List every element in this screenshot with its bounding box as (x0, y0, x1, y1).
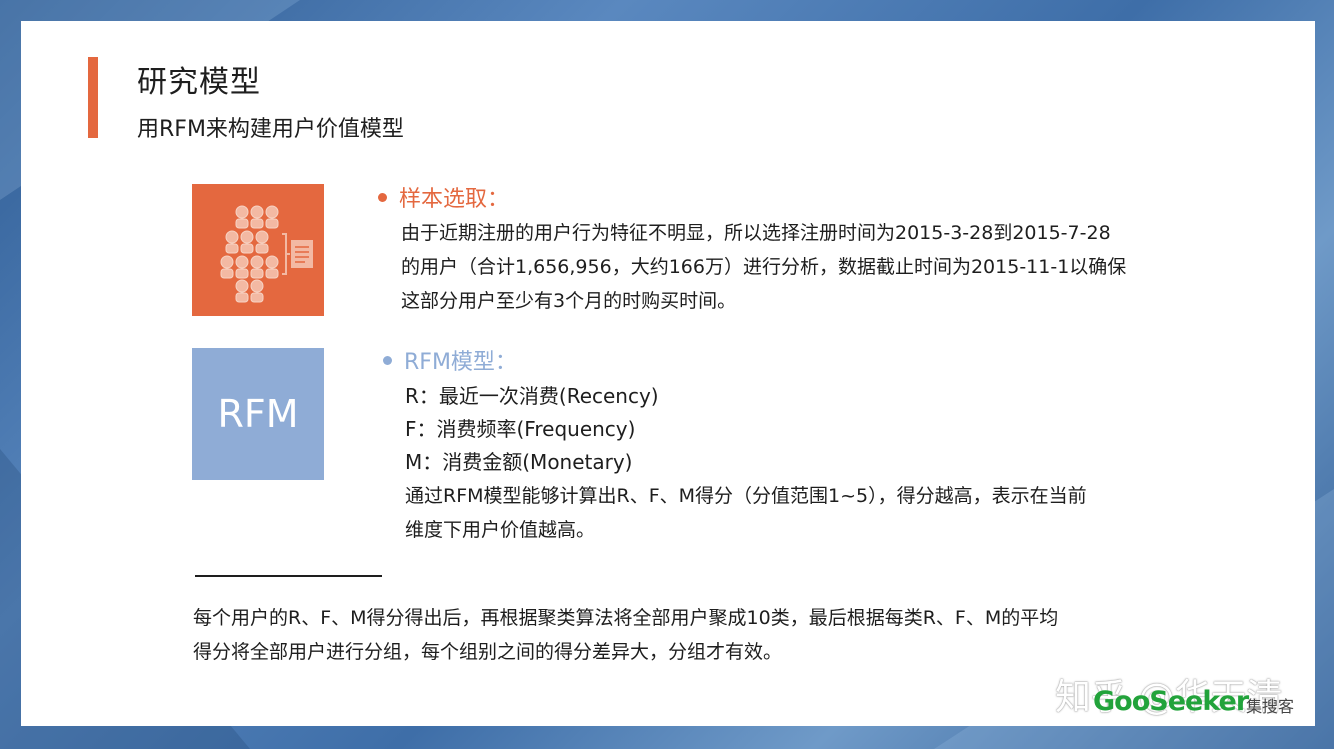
rfm-heading-text: RFM模型： (404, 350, 517, 375)
sample-line: 的用户（合计1,656,956，大约166万）进行分析，数据截止时间为2015-… (401, 256, 1127, 278)
sample-heading: 样本选取： (378, 181, 509, 213)
footer-line: 每个用户的R、F、M得分得出后，再根据聚类算法将全部用户聚成10类，最后根据每类… (193, 607, 1059, 629)
rfm-line: 维度下用户价值越高。 (405, 519, 596, 541)
footer-divider (195, 575, 382, 577)
rfm-line: 通过RFM模型能够计算出R、F、M得分（分值范围1~5），得分越高，表示在当前 (405, 485, 1087, 507)
gooseeker-logo: GooSeeker (1093, 686, 1249, 717)
people-document-icon (220, 205, 313, 303)
rfm-frequency: F：消费频率(Frequency) (405, 417, 636, 441)
slide-card: 研究模型 用RFM来构建用户价值模型 样本选取： 由于近期注册的用户行为特征不明… (21, 21, 1315, 726)
gooseeker-logo-sub: 集搜客 (1246, 697, 1295, 716)
bullet-icon (383, 355, 392, 365)
footer-line: 得分将全部用户进行分组，每个组别之间的得分差异大，分组才有效。 (193, 641, 783, 663)
sample-paragraph: 由于近期注册的用户行为特征不明显，所以选择注册时间为2015-3-28到2015… (401, 216, 1241, 318)
title-accent-bar (88, 57, 98, 138)
rfm-tile-label: RFM (217, 392, 299, 436)
sample-line: 这部分用户至少有3个月的时购买时间。 (401, 290, 737, 312)
bullet-icon (378, 192, 387, 202)
rfm-recency: R：最近一次消费(Recency) (405, 384, 659, 408)
rfm-paragraph: 通过RFM模型能够计算出R、F、M得分（分值范围1~5），得分越高，表示在当前 … (405, 479, 1225, 547)
rfm-monetary: M：消费金额(Monetary) (405, 450, 633, 474)
footer-paragraph: 每个用户的R、F、M得分得出后，再根据聚类算法将全部用户聚成10类，最后根据每类… (193, 601, 1233, 669)
rfm-tile: RFM (192, 348, 324, 480)
rfm-heading: RFM模型： (383, 344, 517, 376)
slide-subtitle: 用RFM来构建用户价值模型 (137, 117, 404, 142)
sample-line: 由于近期注册的用户行为特征不明显，所以选择注册时间为2015-3-28到2015… (401, 222, 1111, 244)
sample-heading-text: 样本选取： (399, 187, 510, 212)
sample-tile (192, 184, 324, 316)
slide-title: 研究模型 (137, 65, 261, 100)
